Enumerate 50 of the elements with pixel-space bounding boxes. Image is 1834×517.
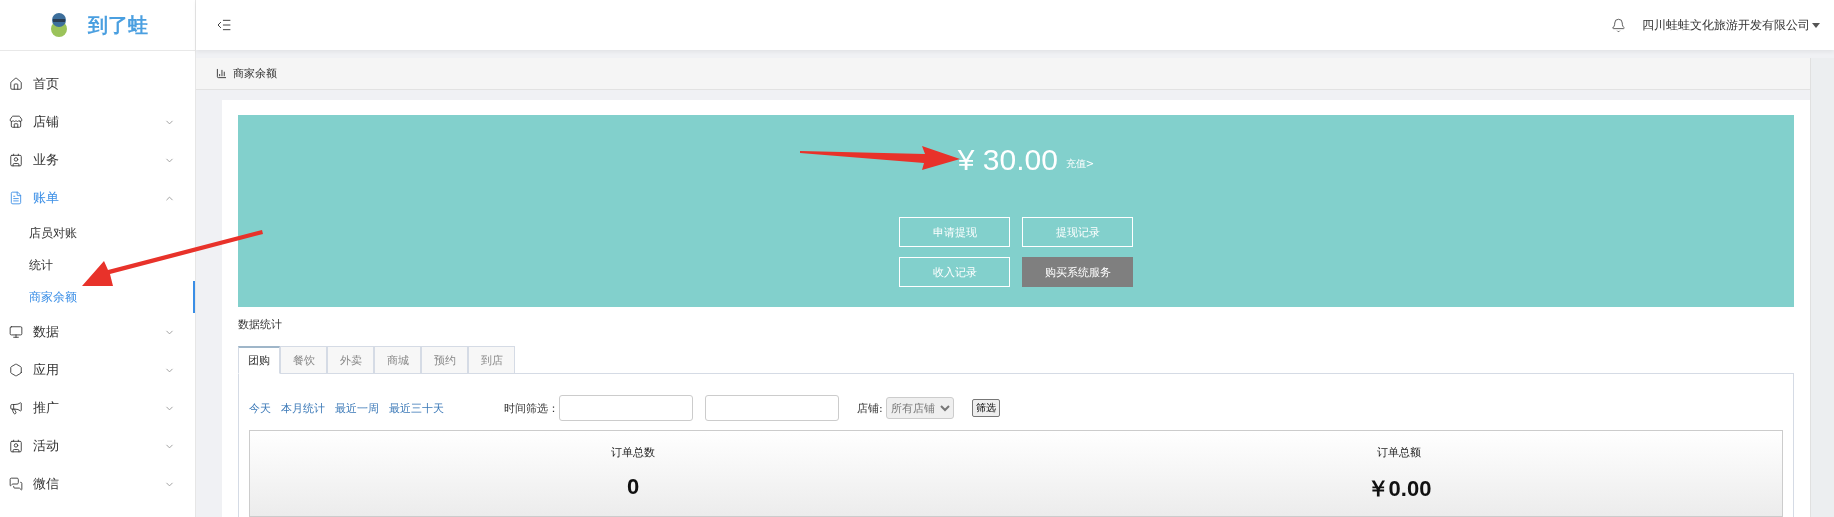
sidebar-item[interactable]: 推广 — [0, 389, 195, 427]
id-card-icon — [9, 439, 23, 453]
sidebar-item[interactable]: 首页 — [0, 65, 195, 103]
sidebar-item[interactable]: 数据 — [0, 313, 195, 351]
id-card-icon — [9, 153, 23, 167]
date-range-link[interactable]: 最近三十天 — [389, 400, 444, 416]
tab[interactable]: 商城 — [374, 346, 421, 374]
balance-button[interactable]: 购买系统服务 — [1022, 257, 1133, 287]
scrollbar-track[interactable] — [1810, 58, 1834, 517]
home-icon — [9, 77, 23, 91]
store-icon — [9, 115, 23, 129]
breadcrumb-title: 商家余额 — [233, 66, 277, 81]
sidebar-item[interactable]: 账单 — [0, 179, 195, 217]
bar-chart-icon — [216, 68, 227, 79]
tab[interactable]: 预约 — [421, 346, 468, 374]
brand-name: 到了蛙 — [87, 11, 148, 39]
company-menu[interactable]: 四川蛙蛙文化旅游开发有限公司 — [1642, 16, 1820, 34]
date-range-link[interactable]: 最近一周 — [335, 400, 379, 416]
sidebar-item[interactable]: 微信 — [0, 465, 195, 503]
sidebar-item[interactable]: 应用 — [0, 351, 195, 389]
sidebar-subitem[interactable]: 店员对账 — [0, 217, 195, 249]
stat-value: 0 — [626, 474, 640, 500]
end-date-field[interactable] — [705, 395, 839, 421]
store-select[interactable]: 所有店铺 — [885, 397, 954, 419]
stat-label: 订单总额 — [1377, 445, 1421, 460]
sidebar-item[interactable]: 店铺 — [0, 103, 195, 141]
menu-fold-icon[interactable] — [216, 17, 232, 33]
chat-icon — [9, 477, 23, 491]
stat-label: 订单总数 — [611, 445, 655, 460]
date-range-link[interactable]: 本月统计 — [281, 400, 325, 416]
balance-amount: ¥ 30.00 — [957, 143, 1058, 177]
sidebar-item[interactable]: 业务 — [0, 141, 195, 179]
tab[interactable]: 餐饮 — [280, 346, 327, 374]
sidebar-subitem[interactable]: 统计 — [0, 249, 195, 281]
tab[interactable]: 团购 — [238, 346, 280, 374]
filter-button[interactable]: 筛选 — [971, 399, 1000, 417]
sidebar-item[interactable]: 活动 — [0, 427, 195, 465]
section-title: 数据统计 — [238, 317, 283, 333]
hexagon-icon — [9, 363, 23, 377]
date-range-link[interactable]: 今天 — [249, 400, 271, 416]
megaphone-icon — [9, 401, 23, 415]
stat-value: ￥0.00 — [1366, 475, 1432, 503]
monitor-icon — [9, 325, 23, 339]
start-date-field[interactable] — [559, 395, 693, 421]
time-filter-label: 时间筛选： — [504, 400, 559, 416]
bell-icon[interactable] — [1611, 17, 1626, 33]
tab[interactable]: 外卖 — [327, 346, 374, 374]
tab[interactable]: 到店 — [468, 346, 515, 374]
store-label: 店铺: — [857, 400, 883, 416]
document-icon — [9, 191, 23, 205]
